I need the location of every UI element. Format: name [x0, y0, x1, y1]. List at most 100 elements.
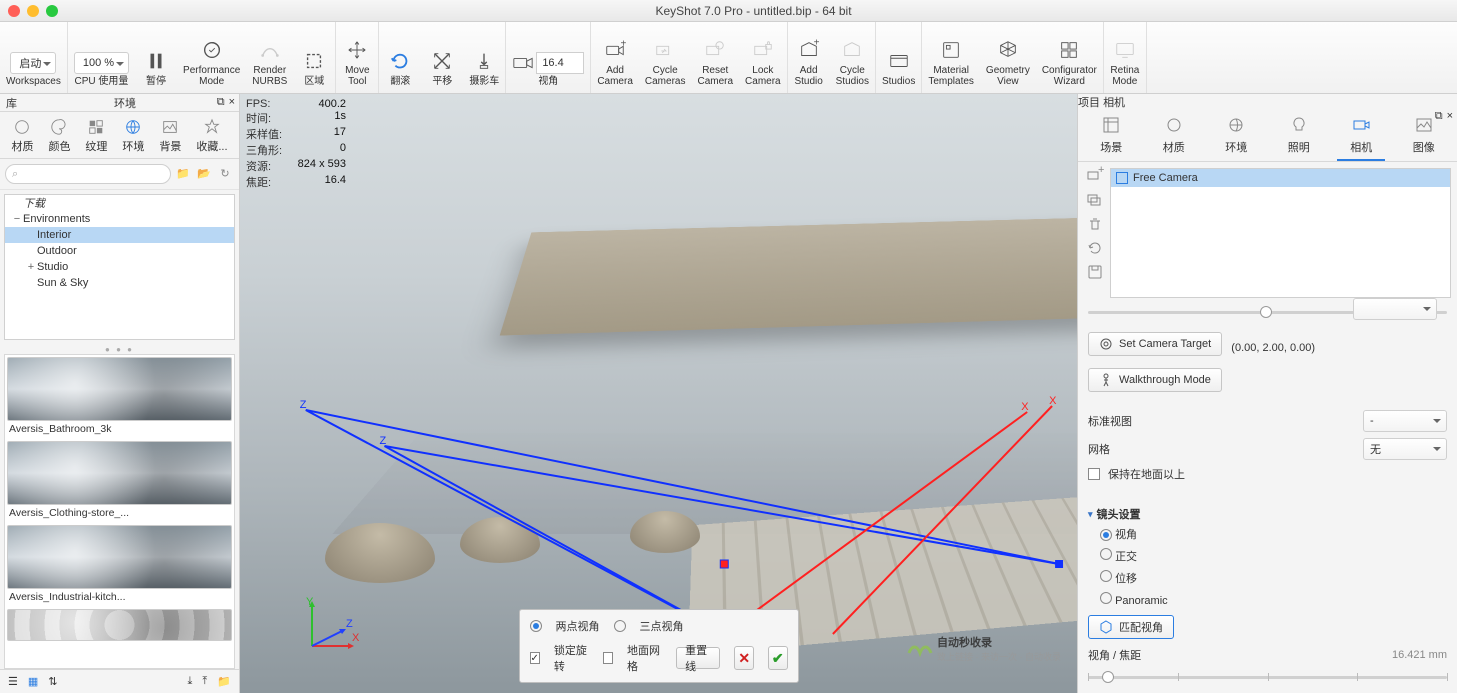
tree-item-studio[interactable]: +Studio — [5, 259, 234, 275]
add-camera-icon[interactable]: + — [1087, 168, 1103, 184]
perspective-radio[interactable] — [1100, 529, 1112, 541]
tab-materials[interactable]: 材质 — [11, 118, 33, 158]
library-tabs: 材质 颜色 纹理 环境 背景 收藏... — [0, 112, 239, 159]
svg-text:X: X — [1021, 401, 1029, 413]
environment-tree[interactable]: 下载 −Environments Interior Outdoor +Studi… — [4, 194, 235, 340]
tab-backplates[interactable]: 背景 — [159, 118, 181, 158]
splitter-handle[interactable]: ● ● ● — [0, 344, 239, 354]
cycle-cameras-button[interactable]: Cycle Cameras — [639, 22, 692, 93]
save-camera-icon[interactable] — [1087, 264, 1103, 280]
close-panel-icon[interactable]: × — [1447, 110, 1453, 123]
panoramic-radio[interactable] — [1100, 592, 1112, 604]
grid-select[interactable]: 无 — [1363, 438, 1447, 460]
thumbnail-item[interactable] — [7, 609, 232, 647]
tumble-button[interactable]: 翻滚 — [379, 22, 421, 93]
svg-text:X: X — [1049, 395, 1057, 407]
tab-scene[interactable]: 场景 — [1087, 116, 1135, 161]
configurator-wizard-button[interactable]: Configurator Wizard — [1036, 22, 1103, 93]
camera-item-free[interactable]: Free Camera — [1111, 169, 1450, 187]
fov-slider[interactable] — [1088, 669, 1447, 685]
set-camera-target-button[interactable]: Set Camera Target — [1088, 332, 1222, 356]
project-tabs: 场景 材质 环境 照明 相机 图像 — [1078, 110, 1457, 162]
tree-item-sunsky[interactable]: Sun & Sky — [5, 275, 234, 291]
camera-icon — [1116, 172, 1128, 184]
thumbnail-item[interactable]: Aversis_Industrial-kitch... — [7, 525, 232, 607]
search-input[interactable] — [5, 164, 171, 184]
orthographic-radio[interactable] — [1100, 548, 1112, 560]
dolly-button[interactable]: 摄影车 — [463, 22, 505, 93]
zoom-icon[interactable] — [46, 5, 58, 17]
add-camera-button[interactable]: +Add Camera — [591, 22, 639, 93]
add-studio-button[interactable]: +Add Studio — [788, 22, 830, 93]
duplicate-camera-icon[interactable] — [1087, 192, 1103, 208]
lock-rotation-checkbox[interactable] — [530, 652, 540, 664]
shift-radio[interactable] — [1100, 570, 1112, 582]
popout-icon[interactable]: ⧉ — [1435, 110, 1443, 123]
confirm-button[interactable]: ✔ — [768, 646, 788, 670]
material-templates-button[interactable]: Material Templates — [922, 22, 980, 93]
axis-widget[interactable]: Y X Z — [294, 591, 364, 661]
cycle-studios-button[interactable]: Cycle Studios — [830, 22, 875, 93]
close-panel-icon[interactable]: × — [229, 96, 235, 109]
move-tool-button[interactable]: Move Tool — [336, 22, 378, 93]
import-icon[interactable]: ⤓ — [188, 675, 193, 688]
grid-view-icon[interactable]: ▦ — [28, 675, 38, 688]
tab-camera[interactable]: 相机 — [1337, 116, 1385, 161]
tab-textures[interactable]: 纹理 — [85, 118, 107, 158]
tab-favorites[interactable]: 收藏... — [196, 118, 227, 158]
minimize-icon[interactable] — [27, 5, 39, 17]
svg-text:Z: Z — [346, 618, 353, 630]
ground-grid-checkbox[interactable] — [603, 652, 613, 664]
three-point-radio[interactable] — [614, 620, 626, 632]
tab-environment[interactable]: 环境 — [1212, 116, 1260, 161]
thumbnail-item[interactable]: Aversis_Clothing-store_... — [7, 441, 232, 523]
cancel-button[interactable]: ✕ — [734, 646, 754, 670]
performance-mode-button[interactable]: Performance Mode — [177, 22, 246, 93]
list-view-icon[interactable]: ☰ — [8, 675, 18, 688]
tab-material[interactable]: 材质 — [1150, 116, 1198, 161]
project-panel: 项目 相机 ⧉× 场景 材质 环境 照明 相机 图像 + Free Camera — [1077, 94, 1457, 693]
distance-field[interactable] — [1353, 298, 1437, 320]
tab-colors[interactable]: 颜色 — [48, 118, 70, 158]
add-folder-icon[interactable]: 📁 — [217, 675, 231, 688]
retina-mode-button[interactable]: Retina Mode — [1104, 22, 1146, 93]
camera-list[interactable]: Free Camera — [1110, 168, 1451, 298]
reset-lines-button[interactable]: 重置线 — [676, 647, 720, 669]
lock-camera-button[interactable]: Lock Camera — [739, 22, 787, 93]
walkthrough-mode-button[interactable]: Walkthrough Mode — [1088, 368, 1222, 392]
keep-above-ground-checkbox[interactable] — [1088, 468, 1100, 480]
tab-lighting[interactable]: 照明 — [1275, 116, 1323, 161]
tab-environments[interactable]: 环境 — [122, 118, 144, 158]
render-viewport[interactable]: Z Z X X FPS:400.2 时间:1s 采样值:17 三角形:0 资源:… — [240, 94, 1077, 693]
studios-button[interactable]: Studios — [876, 22, 921, 93]
pan-button[interactable]: 平移 — [421, 22, 463, 93]
delete-camera-icon[interactable] — [1087, 216, 1103, 232]
render-nurbs-button[interactable]: Render NURBS — [246, 22, 293, 93]
geometry-view-button[interactable]: Geometry View — [980, 22, 1036, 93]
region-button[interactable]: 区域 — [293, 22, 335, 93]
sort-icon[interactable]: ⇅ — [48, 675, 57, 688]
tree-item-interior[interactable]: Interior — [5, 227, 234, 243]
environment-thumbnails[interactable]: Aversis_Bathroom_3k Aversis_Clothing-sto… — [4, 354, 235, 669]
standard-view-select[interactable]: - — [1363, 410, 1447, 432]
reset-camera-button[interactable]: Reset Camera — [691, 22, 739, 93]
fov-field[interactable]: 16.4 视角 — [506, 22, 590, 93]
lens-section-header[interactable]: 镜头设置 — [1088, 506, 1447, 522]
cpu-usage-dropdown[interactable]: 100 % CPU 使用量 — [68, 22, 135, 93]
folder-open-icon[interactable]: 📁 — [174, 164, 192, 182]
tree-item-outdoor[interactable]: Outdoor — [5, 243, 234, 259]
two-point-radio[interactable] — [530, 620, 542, 632]
match-perspective-button[interactable]: 匹配视角 — [1088, 615, 1174, 639]
close-icon[interactable] — [8, 5, 20, 17]
folder-add-icon[interactable]: 📂 — [195, 164, 213, 182]
popout-icon[interactable]: ⧉ — [217, 96, 225, 109]
refresh-icon[interactable]: ↻ — [216, 164, 234, 182]
reset-camera-icon[interactable] — [1087, 240, 1103, 256]
thumbnail-item[interactable]: Aversis_Bathroom_3k — [7, 357, 232, 439]
pause-button[interactable]: 暂停 — [135, 22, 177, 93]
upload-icon[interactable]: ⤒ — [202, 675, 207, 688]
watermark: 自动秒收录致上链接 · 来访一次 · 自动收录 — [907, 634, 1061, 663]
workspaces-dropdown[interactable]: 启动 Workspaces — [0, 22, 67, 93]
title-bar: KeyShot 7.0 Pro - untitled.bip - 64 bit — [0, 0, 1457, 22]
svg-text:Z: Z — [380, 435, 387, 447]
